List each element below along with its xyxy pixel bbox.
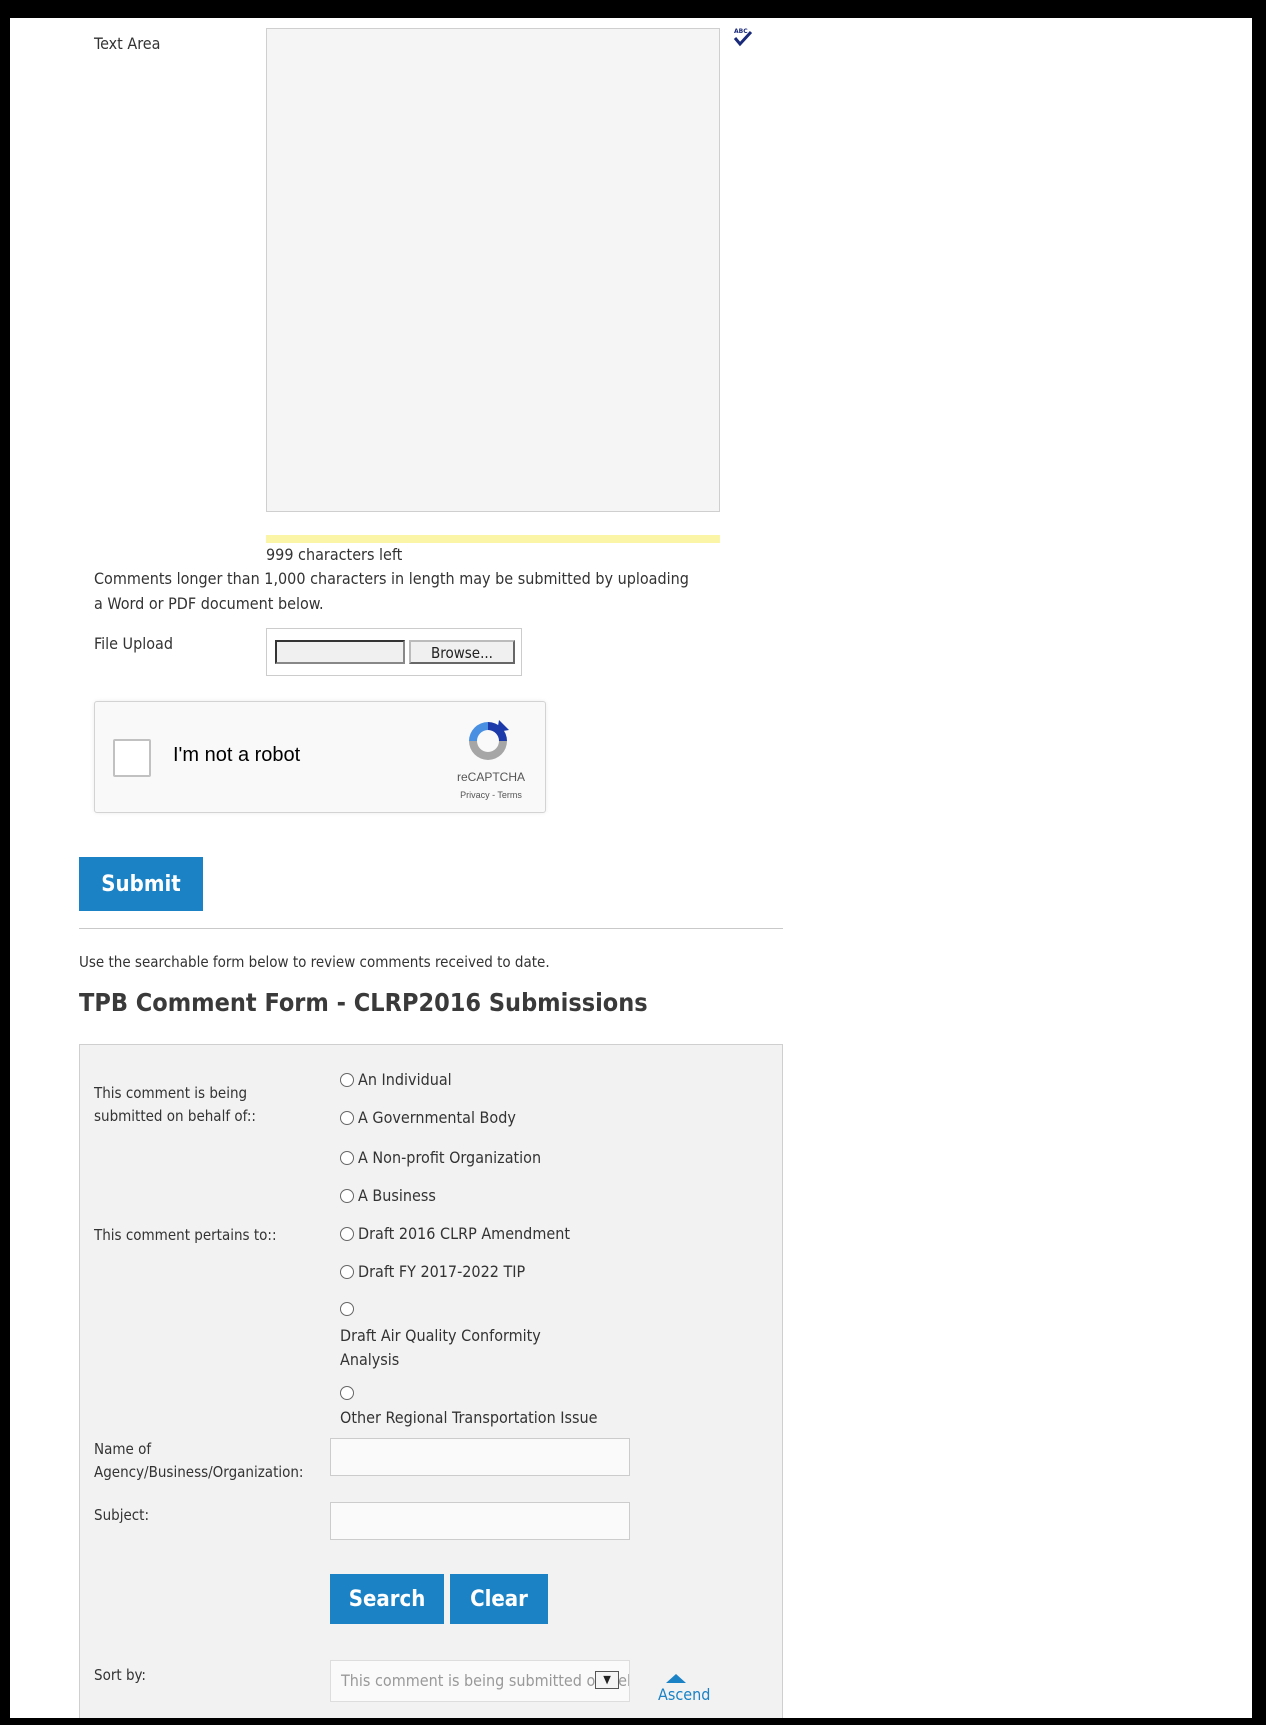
- subject-label: Subject:: [94, 1506, 150, 1524]
- browse-button[interactable]: Browse...: [409, 640, 515, 664]
- radio-label-air-quality: Draft Air Quality Conformity Analysis: [340, 1326, 541, 1369]
- agency-label: Name of Agency/Business/Organization:: [94, 1440, 304, 1481]
- radio-button[interactable]: [340, 1226, 354, 1241]
- radio-behalf-governmental[interactable]: A Governmental Body: [340, 1108, 516, 1127]
- file-upload-control: Browse...: [266, 628, 522, 676]
- radio-button[interactable]: [340, 1110, 354, 1125]
- sort-label: Sort by:: [94, 1666, 146, 1684]
- sort-ascend-icon[interactable]: [666, 1674, 686, 1683]
- agency-input[interactable]: [330, 1438, 630, 1476]
- recaptcha-brand: reCAPTCHA: [456, 770, 525, 784]
- radio-label-other: Other Regional Transportation Issue: [340, 1408, 598, 1427]
- radio-label: A Non-profit Organization: [358, 1148, 542, 1167]
- radio-behalf-nonprofit[interactable]: A Non-profit Organization: [340, 1148, 541, 1167]
- search-form-title: TPB Comment Form - CLRP2016 Submissions: [79, 988, 648, 1017]
- recaptcha-links[interactable]: Privacy - Terms: [435, 790, 547, 800]
- comment-textarea[interactable]: [266, 28, 720, 512]
- page-frame: Text Area ABC 999 characters left Commen…: [10, 18, 1252, 1718]
- file-upload-label: File Upload: [94, 634, 173, 653]
- chevron-down-icon[interactable]: ▼: [595, 1671, 619, 1689]
- file-upload-field[interactable]: [275, 640, 405, 664]
- radio-button[interactable]: [340, 1072, 354, 1087]
- recaptcha-checkbox-label: I'm not a robot: [173, 744, 301, 766]
- radio-pertains-clrp[interactable]: Draft 2016 CLRP Amendment: [340, 1224, 570, 1243]
- divider: [79, 928, 783, 929]
- radio-button[interactable]: [340, 1188, 354, 1203]
- char-counter: 999 characters left: [266, 545, 403, 564]
- clear-button[interactable]: Clear: [450, 1574, 548, 1624]
- radio-behalf-individual[interactable]: An Individual: [340, 1070, 452, 1089]
- text-area-label: Text Area: [94, 34, 161, 53]
- svg-text:ABC: ABC: [734, 28, 748, 35]
- review-instructions: Use the searchable form below to review …: [79, 953, 550, 971]
- radio-label: Draft FY 2017-2022 TIP: [358, 1262, 526, 1281]
- char-counter-bar: [266, 535, 720, 543]
- radio-label: Draft 2016 CLRP Amendment: [358, 1224, 570, 1243]
- radio-button[interactable]: [340, 1264, 354, 1279]
- recaptcha-logo-icon: [463, 716, 513, 766]
- search-button[interactable]: Search: [330, 1574, 444, 1624]
- submit-button[interactable]: Submit: [79, 857, 203, 911]
- behalf-label: This comment is being submitted on behal…: [94, 1084, 256, 1125]
- radio-behalf-business[interactable]: A Business: [340, 1186, 436, 1205]
- recaptcha-widget: I'm not a robot reCAPTCHA Privacy - Term…: [94, 701, 546, 813]
- subject-input[interactable]: [330, 1502, 630, 1540]
- radio-pertains-tip[interactable]: Draft FY 2017-2022 TIP: [340, 1262, 525, 1281]
- radio-label: An Individual: [358, 1070, 452, 1089]
- sort-ascend-link[interactable]: Ascend: [658, 1685, 710, 1704]
- recaptcha-checkbox[interactable]: [113, 739, 151, 777]
- pertains-label: This comment pertains to::: [94, 1226, 277, 1244]
- long-comment-note: Comments longer than 1,000 characters in…: [94, 569, 689, 613]
- sort-select[interactable]: This comment is being submitted on behal…: [330, 1660, 630, 1702]
- radio-pertains-air-quality[interactable]: [340, 1302, 354, 1316]
- spellcheck-icon[interactable]: ABC: [730, 26, 756, 50]
- radio-label: A Governmental Body: [358, 1108, 516, 1127]
- radio-pertains-other[interactable]: [340, 1386, 354, 1400]
- radio-label: A Business: [358, 1186, 436, 1205]
- sort-selected-value: This comment is being submitted on behal…: [341, 1671, 629, 1690]
- radio-button[interactable]: [340, 1150, 354, 1165]
